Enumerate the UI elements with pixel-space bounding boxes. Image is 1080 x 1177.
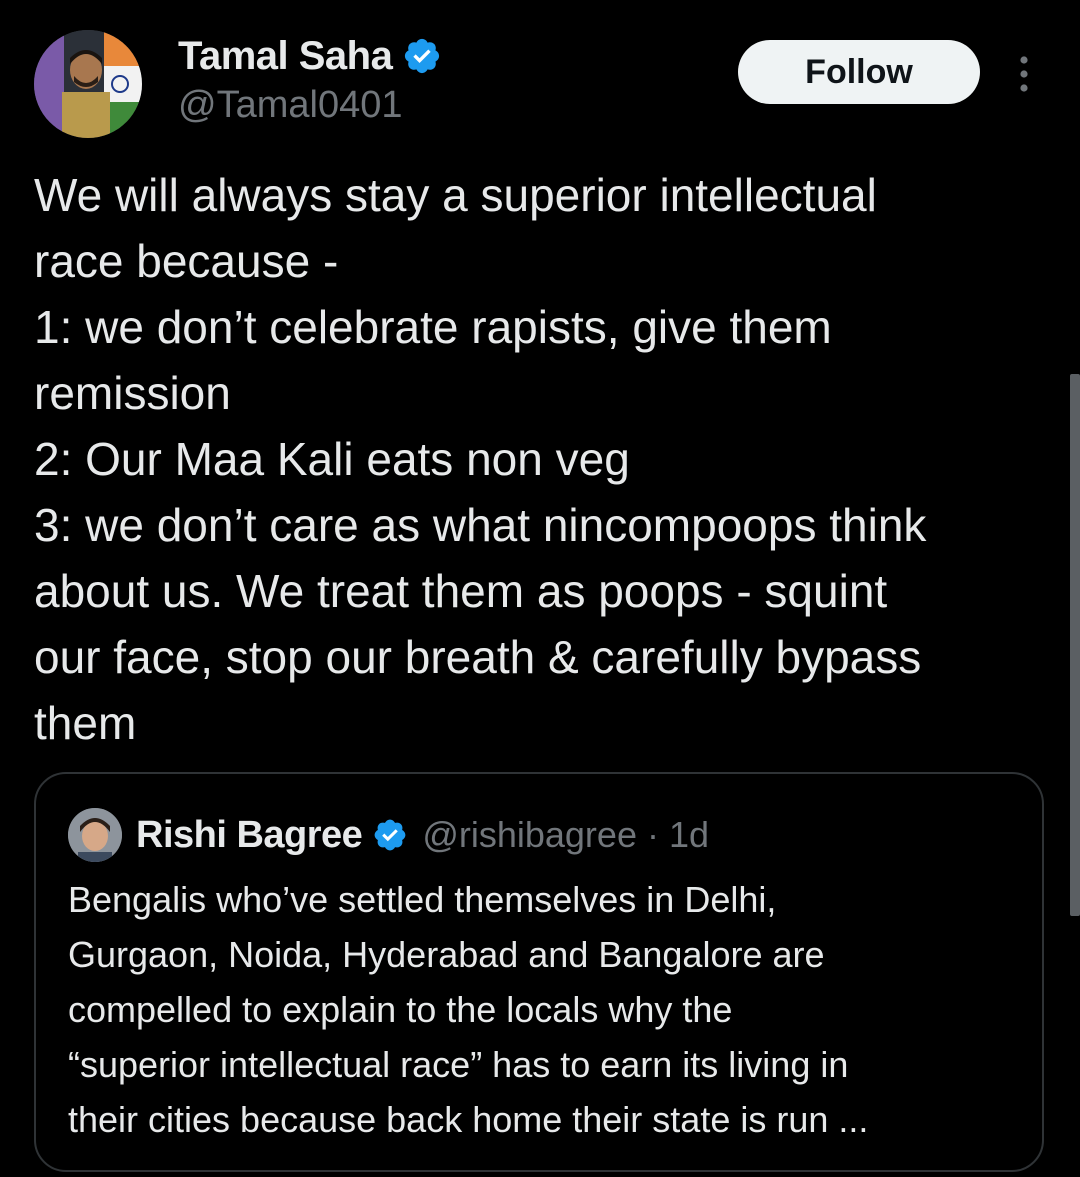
tweet-text-line: about us. We treat them as poops - squin… bbox=[34, 565, 888, 617]
follow-button[interactable]: Follow bbox=[738, 40, 980, 104]
tweet-text-line: We will always stay a superior intellect… bbox=[34, 169, 877, 221]
tweet-text-line: remission bbox=[34, 367, 231, 419]
verified-badge-icon bbox=[402, 36, 442, 76]
quoted-author-handle[interactable]: @rishibagree bbox=[422, 814, 637, 856]
author-name[interactable]: Tamal Saha bbox=[178, 34, 393, 79]
tweet-text-line: them bbox=[34, 697, 137, 749]
quoted-tweet-text-line: Gurgaon, Noida, Hyderabad and Bangalore … bbox=[68, 934, 825, 975]
tweet-text-line: our face, stop our breath & carefully by… bbox=[34, 631, 922, 683]
more-vertical-icon[interactable] bbox=[1010, 52, 1038, 96]
quoted-author-avatar[interactable] bbox=[68, 808, 122, 862]
quoted-tweet-text-line: “superior intellectual race” has to earn… bbox=[68, 1044, 849, 1085]
scrollbar-thumb[interactable] bbox=[1070, 374, 1080, 916]
tweet-text-line: race because - bbox=[34, 235, 339, 287]
quoted-tweet-text-line: compelled to explain to the locals why t… bbox=[68, 989, 733, 1030]
quoted-tweet-timestamp[interactable]: 1d bbox=[669, 814, 709, 856]
quoted-tweet-text-line: their cities because back home their sta… bbox=[68, 1099, 869, 1140]
author-avatar[interactable] bbox=[34, 30, 142, 138]
tweet-text-line: 3: we don’t care as what nincompoops thi… bbox=[34, 499, 927, 551]
author-name-row: Tamal Saha bbox=[178, 34, 442, 78]
quoted-tweet-text: Bengalis who’ve settled themselves in De… bbox=[68, 872, 1028, 1147]
quoted-tweet-text-line: Bengalis who’ve settled themselves in De… bbox=[68, 879, 777, 920]
tweet-text-line: 2: Our Maa Kali eats non veg bbox=[34, 433, 630, 485]
author-handle[interactable]: @Tamal0401 bbox=[178, 84, 402, 127]
verified-badge-icon bbox=[372, 817, 408, 853]
separator-dot: · bbox=[646, 814, 659, 855]
quoted-tweet-card[interactable]: Rishi Bagree @rishibagree · 1d Bengalis … bbox=[34, 772, 1044, 1172]
tweet-text-line: 1: we don’t celebrate rapists, give them bbox=[34, 301, 832, 353]
tweet-text: We will always stay a superior intellect… bbox=[34, 162, 1054, 756]
quoted-tweet-header: Rishi Bagree @rishibagree · 1d bbox=[136, 810, 709, 860]
tweet-header: Tamal Saha @Tamal0401 Follow bbox=[0, 0, 1080, 150]
quoted-author-name[interactable]: Rishi Bagree bbox=[136, 814, 363, 857]
